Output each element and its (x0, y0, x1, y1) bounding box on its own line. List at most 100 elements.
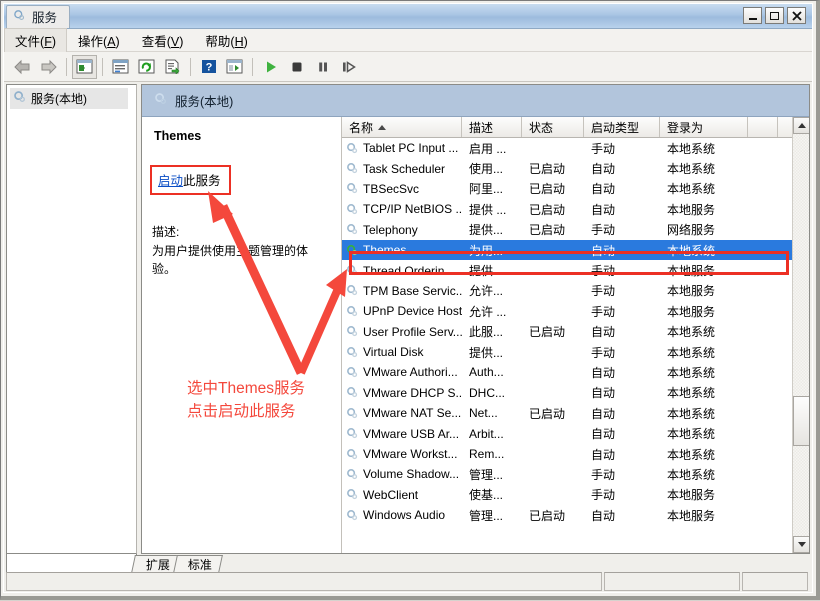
scrollbar-thumb[interactable] (793, 396, 809, 446)
table-row[interactable]: TCP/IP NetBIOS ...提供 ...已启动自动本地服务 (342, 199, 809, 219)
services-gear-icon (346, 509, 359, 522)
column-header-desc[interactable]: 描述 (462, 117, 522, 137)
table-row[interactable]: VMware NAT Se...Net...已启动自动本地系统 (342, 403, 809, 423)
cell-logon-as: 本地服务 (660, 262, 748, 279)
services-gear-icon (13, 90, 27, 107)
cell-description: 启用 ... (462, 140, 522, 157)
toolbar-separator (190, 58, 191, 76)
content-area: 服务(本地) 服务(本地) Themes 启动 (6, 84, 810, 554)
table-row[interactable]: WebClient使基...手动本地服务 (342, 485, 809, 505)
back-icon[interactable] (10, 55, 35, 79)
status-bar (6, 572, 810, 591)
table-row[interactable]: Task Scheduler使用...已启动自动本地系统 (342, 158, 809, 178)
table-row[interactable]: VMware DHCP S...DHC...自动本地系统 (342, 383, 809, 403)
services-gear-icon (346, 182, 359, 195)
close-button[interactable] (787, 7, 806, 24)
table-row[interactable]: TBSecSvc阿里...已启动自动本地系统 (342, 179, 809, 199)
service-name-label: VMware USB Ar... (363, 427, 459, 441)
services-gear-icon (346, 427, 359, 440)
start-service-link-suffix: 此服务 (183, 174, 221, 188)
services-gear-icon (346, 203, 359, 216)
tree-item-services-local[interactable]: 服务(本地) (10, 88, 128, 109)
cell-startup-type: 自动 (584, 507, 660, 524)
export-list-icon[interactable] (160, 55, 185, 79)
pause-service-icon[interactable] (310, 55, 335, 79)
menu-file[interactable]: 文件(F) (4, 28, 67, 53)
cell-description: Rem... (462, 447, 522, 461)
cell-status: 已启动 (522, 405, 584, 422)
properties-icon[interactable] (108, 55, 133, 79)
cell-service-name: Telephony (342, 223, 462, 237)
toolbar-separator (252, 58, 253, 76)
column-header-blank[interactable] (748, 117, 778, 137)
start-service-link-prefix[interactable]: 启动 (158, 174, 183, 188)
column-header-name[interactable]: 名称 (342, 117, 462, 137)
services-gear-icon (346, 488, 359, 501)
column-header-label: 登录为 (667, 119, 703, 136)
scrollbar-track[interactable] (793, 134, 809, 536)
table-row[interactable]: VMware Authori...Auth...自动本地系统 (342, 362, 809, 382)
cell-startup-type: 手动 (584, 344, 660, 361)
help-icon[interactable]: ? (196, 55, 221, 79)
services-gear-icon (346, 264, 359, 277)
table-row[interactable]: Virtual Disk提供...手动本地系统 (342, 342, 809, 362)
cell-logon-as: 本地服务 (660, 282, 748, 299)
services-gear-icon (346, 448, 359, 461)
show-hide-tree-icon[interactable] (72, 55, 97, 79)
cell-startup-type: 自动 (584, 180, 660, 197)
menu-action[interactable]: 操作(A) (67, 28, 131, 53)
new-window-icon[interactable] (222, 55, 247, 79)
service-name-label: Telephony (363, 223, 418, 237)
cell-description: 提供... (462, 221, 522, 238)
column-header-status[interactable]: 状态 (522, 117, 584, 137)
table-row[interactable]: TPM Base Servic...允许...手动本地服务 (342, 281, 809, 301)
resume-service-icon[interactable] (336, 55, 361, 79)
menu-view[interactable]: 查看(V) (131, 28, 195, 53)
start-service-icon[interactable] (258, 55, 283, 79)
table-row[interactable]: VMware USB Ar...Arbit...自动本地系统 (342, 423, 809, 443)
table-row[interactable]: UPnP Device Host允许 ...手动本地服务 (342, 301, 809, 321)
cell-logon-as: 本地服务 (660, 303, 748, 320)
stop-service-icon[interactable] (284, 55, 309, 79)
tree-item-label: 服务(本地) (31, 90, 87, 107)
table-row[interactable]: VMware Workst...Rem...自动本地系统 (342, 444, 809, 464)
table-row[interactable]: User Profile Serv...此服...已启动自动本地系统 (342, 322, 809, 342)
table-row-selected[interactable]: Themes为用...自动本地系统 (342, 240, 809, 260)
cell-description: 管理... (462, 507, 522, 524)
scroll-up-button[interactable] (793, 117, 809, 134)
cell-description: 阿里... (462, 180, 522, 197)
table-row[interactable]: Tablet PC Input ...启用 ...手动本地系统 (342, 138, 809, 158)
list-vertical-scrollbar[interactable] (792, 117, 809, 553)
service-title: Themes (154, 129, 331, 143)
service-name-label: Thread Orderin... (363, 264, 454, 278)
table-row[interactable]: Thread Orderin...提供...手动本地服务 (342, 260, 809, 280)
column-header-label: 启动类型 (591, 119, 639, 136)
cell-logon-as: 本地服务 (660, 201, 748, 218)
cell-service-name: User Profile Serv... (342, 325, 462, 339)
maximize-button[interactable] (765, 7, 784, 24)
sort-ascending-icon (378, 125, 386, 130)
toolbar: ? (4, 52, 812, 82)
tab-standard[interactable]: 标准 (173, 555, 223, 573)
start-service-link[interactable]: 启动此服务 (158, 174, 221, 188)
cell-logon-as: 本地系统 (660, 140, 748, 157)
cell-logon-as: 本地系统 (660, 364, 748, 381)
service-name-label: UPnP Device Host (363, 304, 462, 318)
cell-description: 提供 ... (462, 201, 522, 218)
table-row[interactable]: Volume Shadow...管理...手动本地系统 (342, 464, 809, 484)
table-row[interactable]: Windows Audio管理...已启动自动本地服务 (342, 505, 809, 525)
column-header-logon[interactable]: 登录为 (660, 117, 748, 137)
services-list-header: 名称描述状态启动类型 登录为 (342, 117, 809, 138)
column-header-startup[interactable]: 启动类型 (584, 117, 660, 137)
menu-help[interactable]: 帮助(H) (194, 28, 258, 53)
scroll-down-button[interactable] (793, 536, 809, 553)
menu-bar: 文件(F) 操作(A) 查看(V) 帮助(H) (4, 29, 812, 52)
refresh-icon[interactable] (134, 55, 159, 79)
description-text: 为用户提供使用主题管理的体验。 (152, 242, 331, 279)
minimize-button[interactable] (743, 7, 762, 24)
forward-icon[interactable] (36, 55, 61, 79)
cell-description: 提供... (462, 344, 522, 361)
table-row[interactable]: Telephony提供...已启动手动网络服务 (342, 220, 809, 240)
cell-description: DHC... (462, 386, 522, 400)
service-name-label: TBSecSvc (363, 182, 419, 196)
